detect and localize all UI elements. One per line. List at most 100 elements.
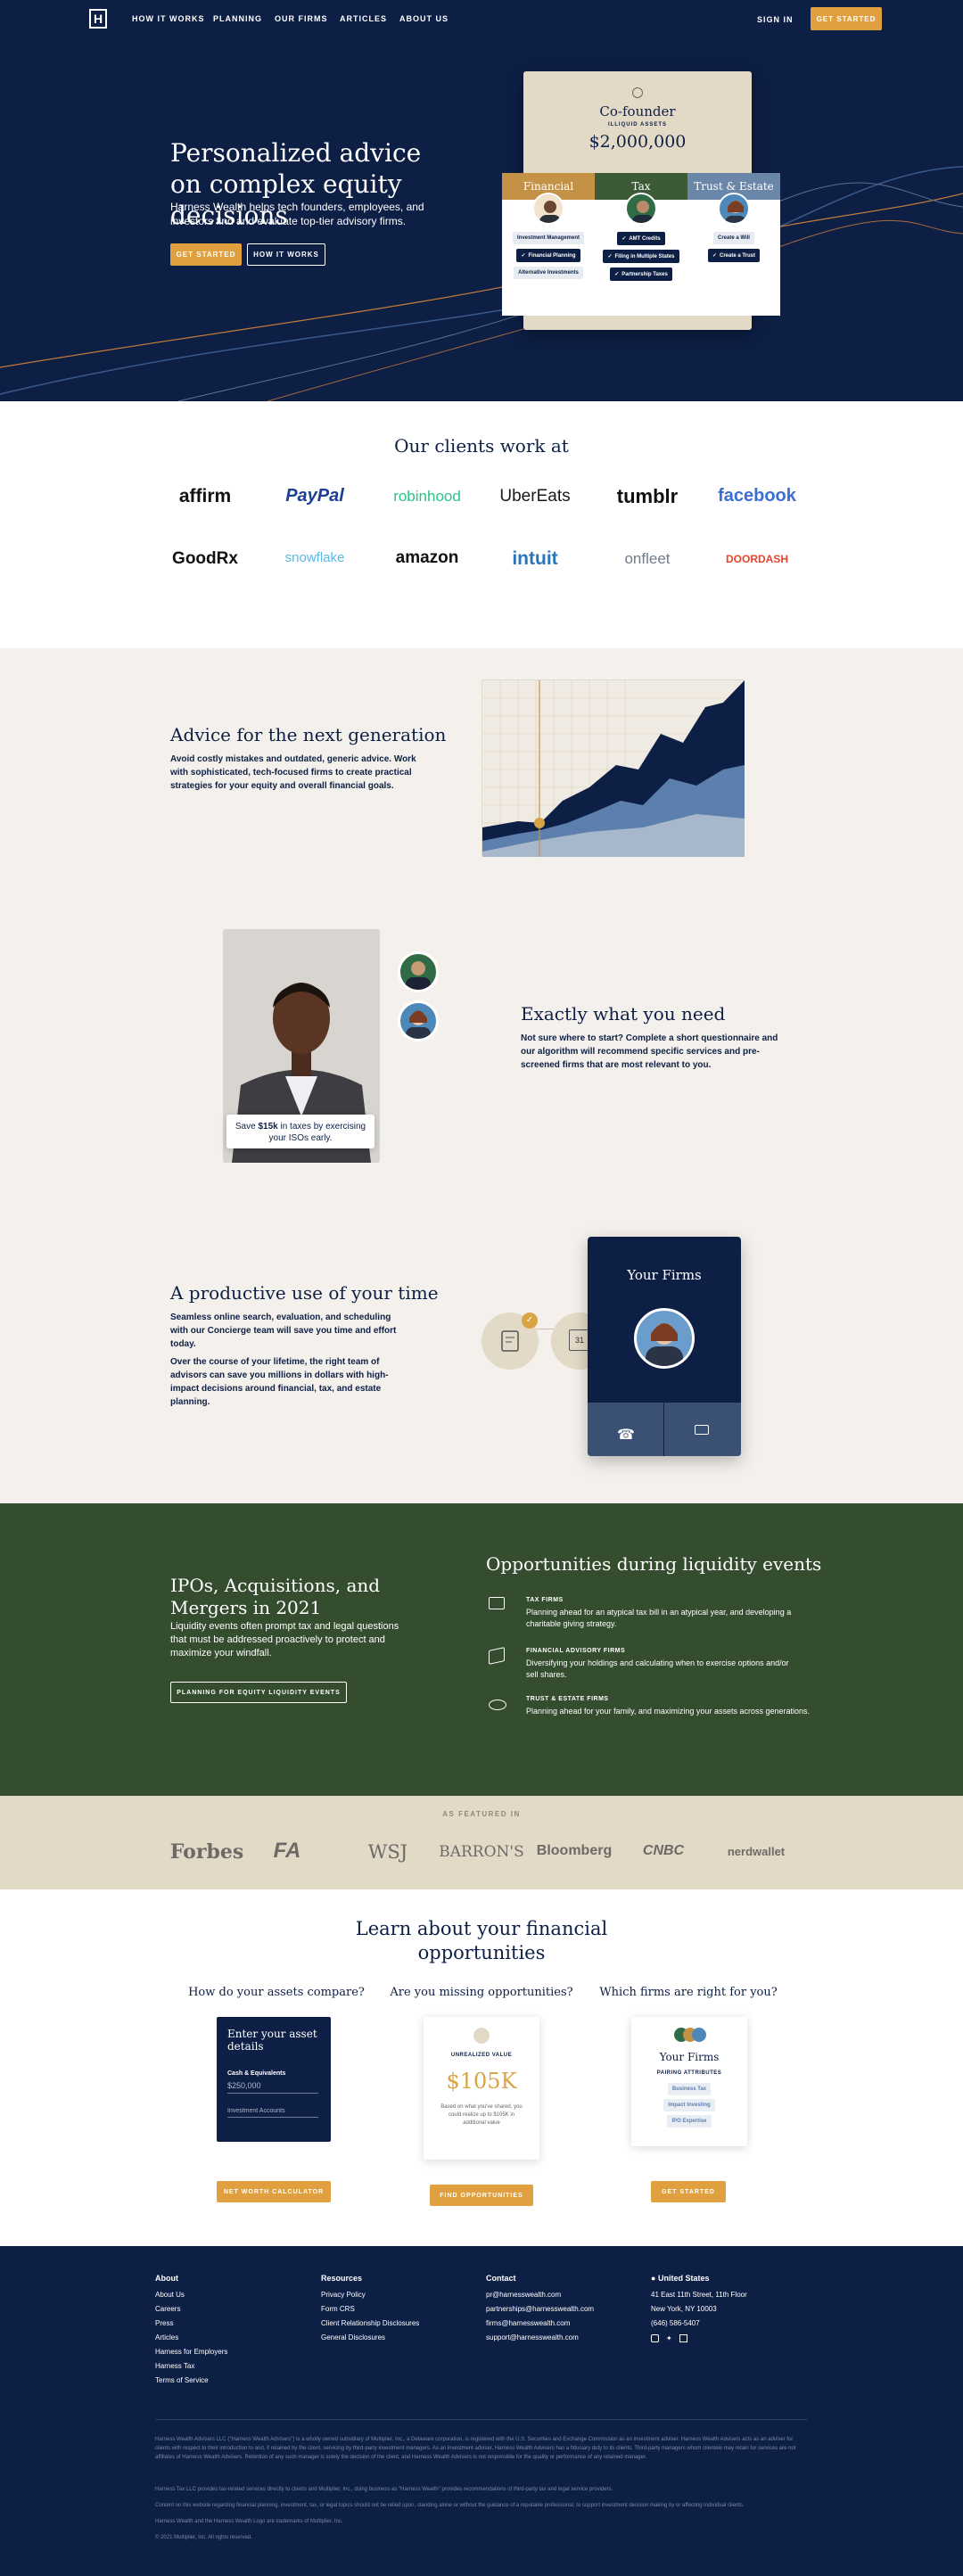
footer-email[interactable]: support@harnesswealth.com bbox=[486, 2331, 638, 2345]
time-body-1: Seamless online search, evaluation, and … bbox=[170, 1313, 397, 1349]
logo-intuit: intuit bbox=[512, 548, 558, 569]
check-icon: ✓ bbox=[607, 254, 613, 259]
hero-get-started-button[interactable]: GET STARTED bbox=[170, 243, 242, 266]
logo-tumblr: tumblr bbox=[616, 485, 679, 507]
footer-about: About About Us Careers Press Articles Ha… bbox=[155, 2274, 289, 2388]
check-icon: ✓ bbox=[712, 253, 717, 259]
cash-equivalents-input[interactable]: $250,000 bbox=[227, 2081, 318, 2094]
footer-link[interactable]: Press bbox=[155, 2317, 289, 2331]
logo-goodrx: GoodRx bbox=[172, 549, 238, 568]
pill-filing-multiple-states: ✓ Filing in Multiple States bbox=[603, 250, 679, 263]
net-worth-calculator-button[interactable]: NET WORTH CALCULATOR bbox=[217, 2181, 331, 2202]
footer-link[interactable]: Terms of Service bbox=[155, 2374, 289, 2388]
check-icon: ✓ bbox=[521, 253, 526, 259]
footer-resources: Resources Privacy Policy Form CRS Client… bbox=[321, 2274, 473, 2345]
footer-email[interactable]: partnerships@harnesswealth.com bbox=[486, 2302, 638, 2317]
unrealized-value-note: Based on what you've shared, you could r… bbox=[440, 2104, 523, 2126]
your-firms-title: Your Firms bbox=[627, 1267, 702, 1283]
illiquid-assets-value: $2,000,000 bbox=[588, 132, 687, 152]
call-button[interactable]: ☎ bbox=[588, 1403, 664, 1456]
card3-heading: Which firms are right for you? bbox=[599, 1986, 778, 1999]
instagram-icon[interactable] bbox=[651, 2334, 659, 2342]
pill-partnership-taxes: ✓ Partnership Taxes bbox=[610, 267, 672, 281]
clients-section: Our clients work at affirm PayPal robinh… bbox=[0, 401, 963, 648]
cofounder-role: Co-founder bbox=[599, 103, 676, 119]
logo-fa-magazine: FA bbox=[273, 1839, 301, 1863]
financial-firms-title: FINANCIAL ADVISORY FIRMS bbox=[526, 1648, 626, 1654]
video-button[interactable] bbox=[664, 1403, 741, 1456]
check-icon: ✓ bbox=[522, 1313, 538, 1329]
hero-section: Personalized advice on complex equity de… bbox=[0, 37, 963, 401]
footer-email[interactable]: firms@harnesswealth.com bbox=[486, 2317, 638, 2331]
liquidity-section: IPOs, Acquisitions, and Mergers in 2021 … bbox=[0, 1503, 963, 1796]
tag-ipo-expertise: IPO Expertise bbox=[667, 2115, 712, 2127]
footer-address: 41 East 11th Street, 11th Floor bbox=[651, 2291, 747, 2299]
featured-label: AS FEATURED IN bbox=[442, 1810, 521, 1818]
footer-link[interactable]: Form CRS bbox=[321, 2302, 473, 2317]
cash-equivalents-label: Cash & Equivalents bbox=[227, 2070, 286, 2077]
nav-how-it-works[interactable]: HOW IT WORKS bbox=[132, 14, 205, 23]
card2-heading: Are you missing opportunities? bbox=[390, 1986, 573, 1999]
footer-about-title: About bbox=[155, 2274, 178, 2283]
logo-nerdwallet: nerdwallet bbox=[727, 1845, 786, 1858]
estate-icon bbox=[489, 1700, 506, 1710]
twitter-icon[interactable]: ✦ bbox=[666, 2334, 672, 2342]
footer-disclosure-1: Harness Wealth Advisers LLC ("Harness We… bbox=[155, 2437, 796, 2460]
nav-planning[interactable]: PLANNING bbox=[213, 14, 262, 23]
footer-link[interactable]: Client Relationship Disclosures bbox=[321, 2317, 473, 2331]
featured-section: AS FEATURED IN Forbes FA WSJ BARRON'S Bl… bbox=[0, 1796, 963, 1889]
footer-link[interactable]: Privacy Policy bbox=[321, 2288, 473, 2302]
logo-uber-eats: UberEats bbox=[499, 487, 571, 506]
advisor-avatar bbox=[718, 193, 750, 225]
hero-how-it-works-button[interactable]: HOW IT WORKS bbox=[247, 243, 325, 266]
firms-card: Your Firms PAIRING ATTRIBUTES Business T… bbox=[631, 2017, 747, 2146]
linkedin-icon[interactable] bbox=[679, 2334, 687, 2342]
footer-phone[interactable]: (646) 586-5407 bbox=[651, 2317, 802, 2331]
footer-link[interactable]: General Disclosures bbox=[321, 2331, 473, 2345]
footer-contact: Contact pr@harnesswealth.com partnership… bbox=[486, 2274, 638, 2345]
video-icon bbox=[695, 1425, 709, 1435]
tag-business-tax: Business Tax bbox=[667, 2083, 712, 2095]
advisor-avatar bbox=[692, 2028, 706, 2042]
logo-affirm: affirm bbox=[178, 486, 232, 506]
harness-logo[interactable]: H bbox=[89, 9, 107, 29]
savings-tooltip: Save $15k in taxes by exercising your IS… bbox=[226, 1115, 374, 1148]
investment-accounts-input[interactable]: Investment Accounts bbox=[227, 2108, 318, 2118]
illiquid-assets-label: ILLIQUID ASSETS bbox=[607, 122, 668, 128]
find-opportunities-button[interactable]: FIND OPPORTUNITIES bbox=[430, 2185, 533, 2206]
footer-link[interactable]: Careers bbox=[155, 2302, 289, 2317]
time-title: A productive use of your time bbox=[170, 1282, 439, 1304]
growth-chart-illustration bbox=[482, 679, 745, 857]
footer-link[interactable]: Harness Tax bbox=[155, 2359, 289, 2374]
logo-facebook: facebook bbox=[718, 486, 796, 506]
financial-icon bbox=[489, 1647, 505, 1665]
learn-get-started-button[interactable]: GET STARTED bbox=[651, 2181, 726, 2202]
sign-in-link[interactable]: SIGN IN bbox=[757, 15, 794, 24]
pairing-attributes-label: PAIRING ATTRIBUTES bbox=[656, 2070, 722, 2076]
learn-title: Learn about your financial opportunities bbox=[355, 1918, 608, 1963]
user-icon bbox=[632, 87, 643, 98]
logo-robinhood: robinhood bbox=[393, 488, 461, 505]
logo-snowflake: snowflake bbox=[284, 550, 345, 565]
footer-resources-title: Resources bbox=[321, 2274, 363, 2283]
financial-column: Financial Investment Management ✓ Financi… bbox=[502, 173, 595, 316]
footer-link[interactable]: About Us bbox=[155, 2288, 289, 2302]
check-icon: ✓ bbox=[621, 236, 627, 242]
check-icon: ✓ bbox=[614, 272, 620, 277]
pill-alternative-investments: Alternative Investments bbox=[514, 267, 583, 279]
footer-link[interactable]: Harness for Employers bbox=[155, 2345, 289, 2359]
nav-about-us[interactable]: ABOUT US bbox=[399, 14, 449, 23]
your-firms-phone: Your Firms ☎ bbox=[588, 1237, 741, 1456]
liquidity-planning-button[interactable]: PLANNING FOR EQUITY LIQUIDITY EVENTS bbox=[170, 1682, 347, 1703]
footer-contact-title: Contact bbox=[486, 2274, 516, 2283]
nav-our-firms[interactable]: OUR FIRMS bbox=[275, 14, 328, 23]
nav-articles[interactable]: ARTICLES bbox=[340, 14, 387, 23]
tax-firms-body: Planning ahead for an atypical tax bill … bbox=[526, 1608, 792, 1628]
logo-doordash: DOORDASH bbox=[725, 553, 788, 565]
pill-create-trust: ✓ Create a Trust bbox=[707, 249, 761, 262]
footer-link[interactable]: Articles bbox=[155, 2331, 289, 2345]
need-title: Exactly what you need bbox=[521, 1003, 726, 1025]
trust-estate-column: Trust & Estate Create a Will ✓ Create a T… bbox=[687, 173, 780, 316]
footer-email[interactable]: pr@harnesswealth.com bbox=[486, 2288, 638, 2302]
nav-get-started-button[interactable]: GET STARTED bbox=[811, 7, 882, 30]
